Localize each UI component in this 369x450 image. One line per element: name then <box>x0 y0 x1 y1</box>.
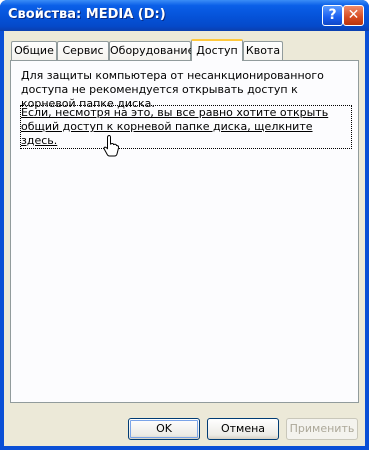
cancel-button[interactable]: Отмена <box>207 418 279 440</box>
close-button[interactable]: ✕ <box>343 5 364 26</box>
tab-tools[interactable]: Сервис <box>57 41 109 60</box>
help-button[interactable]: ? <box>322 5 343 26</box>
ok-button[interactable]: OK <box>128 418 200 440</box>
tab-general[interactable]: Общие <box>11 41 57 60</box>
apply-button[interactable]: Применить <box>286 418 358 440</box>
title-bar[interactable]: Свойства: MEDIA (D:) ? ✕ <box>0 0 369 31</box>
share-root-link[interactable]: Если, несмотря на это, вы все равно хоти… <box>20 105 352 149</box>
tab-hardware[interactable]: Оборудование <box>109 41 194 60</box>
window-title: Свойства: MEDIA (D:) <box>8 7 166 22</box>
tab-sharing[interactable]: Доступ <box>191 39 243 61</box>
hand-cursor-icon <box>103 135 119 157</box>
sharing-tab-panel: Для защиты компьютера от несанкционирова… <box>10 60 359 403</box>
tab-quota[interactable]: Квота <box>243 41 283 60</box>
dialog-body: Общие Сервис Оборудование Доступ Квота Д… <box>4 31 365 446</box>
properties-dialog: Свойства: MEDIA (D:) ? ✕ Общие Сервис Об… <box>0 0 369 450</box>
sharing-warning-text: Для защиты компьютера от несанкционирова… <box>21 69 324 110</box>
